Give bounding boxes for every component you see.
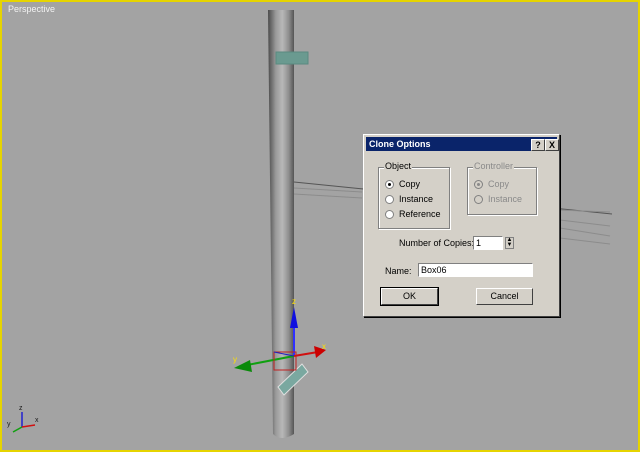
radio-controller-copy: Copy [474,178,509,190]
radio-label: Instance [399,194,434,204]
selected-box-object[interactable] [275,51,309,65]
corner-x-label: x [35,417,39,424]
radio-icon[interactable] [385,194,394,204]
copies-label: Number of Copies: [399,238,475,248]
gizmo-x-label: x [322,342,326,351]
corner-z-label: z [19,405,23,412]
object-group: Object Copy Instance Reference [378,161,450,229]
radio-label: Copy [488,179,510,189]
ok-button[interactable]: OK [380,287,439,306]
radio-object-instance[interactable]: Instance [385,193,433,205]
perspective-viewport[interactable]: Perspective z y x z y x Clone Options ? … [0,0,640,452]
clone-options-dialog[interactable]: Clone Options ? X Object Copy Instance R… [363,134,560,317]
close-button[interactable]: X [545,139,559,151]
corner-axis-tripod: z y x [7,405,39,433]
radio-icon [474,194,483,204]
name-input[interactable]: Box06 [418,263,533,277]
cylinder-object[interactable] [268,10,294,438]
copies-input[interactable]: 1 [473,236,503,250]
radio-controller-instance: Instance [474,193,522,205]
help-button[interactable]: ? [531,139,545,151]
gizmo-y-label: y [233,355,237,364]
copies-spinner[interactable]: ▲ ▼ [505,237,514,249]
controller-group: Controller Copy Instance [467,161,537,215]
radio-label: Instance [488,194,523,204]
radio-icon[interactable] [385,179,394,189]
radio-icon [474,179,483,189]
radio-label: Reference [399,209,441,219]
object-group-label: Object [384,161,413,171]
corner-y-label: y [7,421,11,428]
name-label: Name: [385,266,412,276]
radio-object-reference[interactable]: Reference [385,208,441,220]
dialog-title: Clone Options [369,139,431,149]
radio-object-copy[interactable]: Copy [385,178,420,190]
dialog-titlebar[interactable]: Clone Options ? X [366,137,559,151]
radio-icon[interactable] [385,209,394,219]
gizmo-z-label: z [292,297,296,306]
cancel-button[interactable]: Cancel [476,288,533,305]
radio-label: Copy [399,179,421,189]
controller-group-label: Controller [473,161,515,171]
